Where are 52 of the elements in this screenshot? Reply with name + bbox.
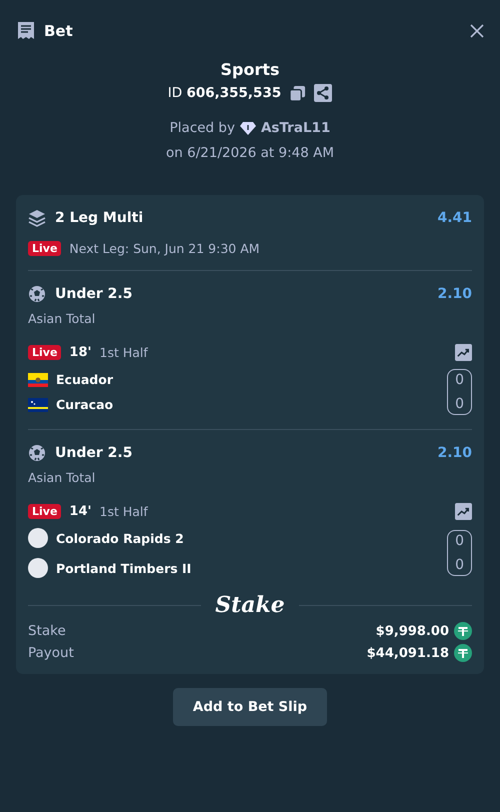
brand-logo: Stake: [215, 592, 285, 618]
match-period: 1st Half: [100, 504, 148, 519]
team-score: 0: [455, 396, 464, 412]
total-label: Stake: [28, 623, 66, 639]
live-badge: Live: [28, 504, 62, 519]
total-amount: $9,998.00: [376, 624, 449, 638]
flag-icon: [28, 398, 48, 412]
share-icon[interactable]: [314, 84, 332, 102]
match-minute: 18': [69, 345, 92, 360]
username-link[interactable]: AsTraL11: [260, 120, 330, 136]
team-logo-icon: [28, 528, 48, 548]
team-name: Colorado Rapids 2: [56, 530, 184, 546]
copy-icon[interactable]: [289, 84, 306, 102]
team-name: Curacao: [56, 397, 114, 412]
market-name: Asian Total: [28, 470, 96, 485]
total-label: Payout: [28, 645, 74, 661]
selection-title: Under 2.5: [55, 286, 132, 302]
market-name: Asian Total: [28, 311, 96, 326]
team-score: 0: [455, 533, 464, 549]
bet-id: ID 606,355,535: [168, 85, 282, 101]
selection-title: Under 2.5: [55, 445, 132, 461]
layers-icon: [28, 209, 46, 227]
soccer-ball-icon: [28, 444, 46, 462]
close-button[interactable]: [470, 24, 484, 38]
live-badge: Live: [28, 241, 62, 256]
team-score: 0: [455, 372, 464, 388]
receipt-icon: [17, 21, 35, 41]
total-amount: $44,091.18: [366, 646, 449, 660]
tether-coin-icon: [454, 622, 472, 640]
team-name: Portland Timbers II: [56, 560, 192, 576]
match-period: 1st Half: [100, 345, 148, 360]
bet-type-title: Sports: [220, 60, 280, 79]
odds-value: 2.10: [437, 286, 472, 302]
placed-by-label: Placed by: [170, 120, 235, 136]
soccer-ball-icon: [28, 285, 46, 303]
team-name: Ecuador: [56, 372, 113, 387]
live-badge: Live: [28, 345, 62, 360]
odds-value: 2.10: [437, 445, 472, 461]
team-logo-icon: [28, 558, 48, 578]
match-minute: 14': [69, 504, 92, 519]
placed-date: on 6/21/2026 at 9:48 AM: [166, 145, 334, 161]
diamond-icon: [240, 121, 256, 135]
add-to-bet-slip-button[interactable]: Add to Bet Slip: [172, 688, 328, 726]
stats-icon[interactable]: [455, 344, 472, 361]
next-leg-time: Next Leg: Sun, Jun 21 9:30 AM: [69, 241, 260, 256]
odds-value: 4.41: [437, 210, 472, 226]
dialog-title: Bet: [44, 22, 73, 40]
multi-title: 2 Leg Multi: [55, 210, 144, 226]
stats-icon[interactable]: [455, 503, 472, 520]
flag-icon: [28, 372, 48, 386]
tether-coin-icon: [454, 644, 472, 662]
team-score: 0: [455, 557, 464, 573]
